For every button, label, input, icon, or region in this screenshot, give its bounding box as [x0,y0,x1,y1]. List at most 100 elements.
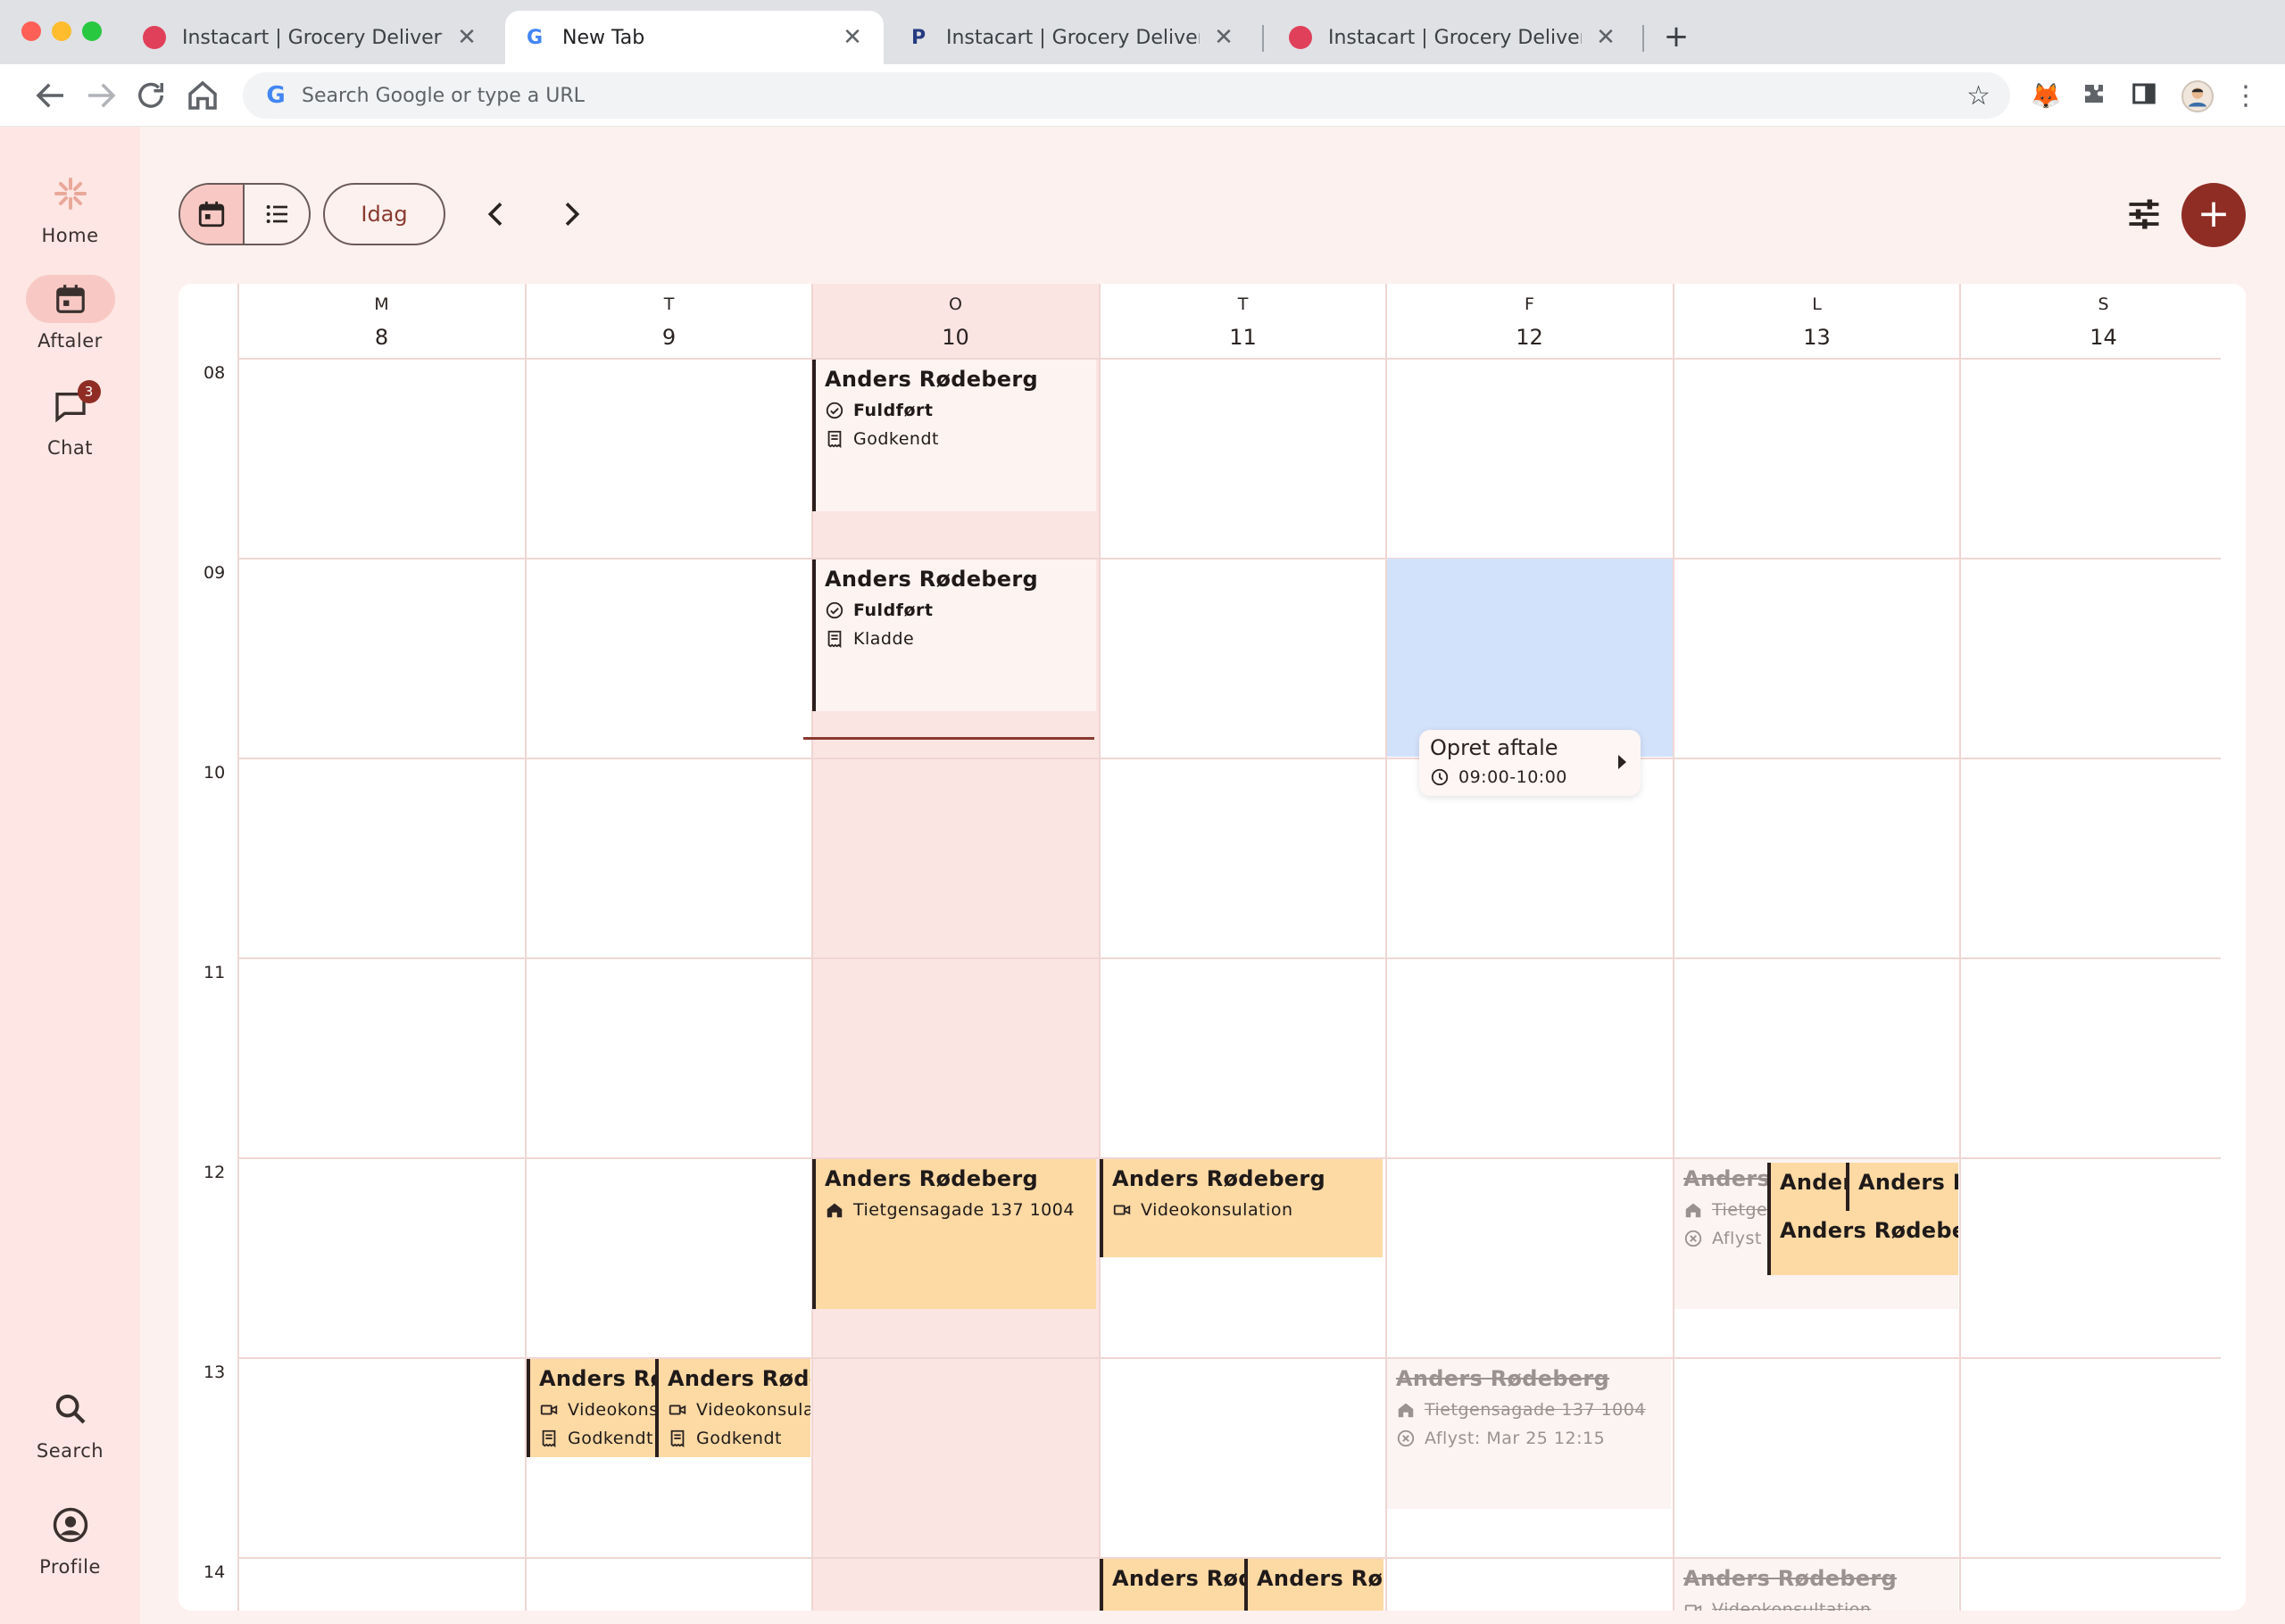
event-location: Tietgensagade 137 1004 [853,1200,1075,1220]
browser-tab[interactable]: Instacart | Grocery Delivery or ✕ [125,11,498,64]
day-header-sunday[interactable]: S 14 [1960,284,2246,350]
event-type: Videokonsulation [696,1400,810,1420]
close-tab-icon[interactable]: ✕ [1210,24,1237,51]
event-patient-name: Anders Rødeberg [1683,1566,1897,1591]
appointment-event[interactable]: Anders Rødeberg [1846,1163,1958,1211]
address-placeholder: Search Google or type a URL [302,84,585,107]
home-button[interactable] [184,77,221,114]
browser-tab-active[interactable]: G New Tab ✕ [505,11,884,64]
new-tab-button[interactable]: + [1658,20,1694,55]
sidebar-item-search[interactable]: Search [0,1385,140,1462]
appointment-event[interactable]: Anders Rødeberg Fuldført Kladde [812,559,1096,711]
event-patient-name: Anders Rødeberg [825,367,1038,392]
tab-title: Instacart | Grocery Delivery or [1328,26,1582,49]
maximize-window-button[interactable] [82,21,102,41]
back-button[interactable] [32,77,70,114]
day-letter: S [2098,294,2109,314]
instacart-favicon-icon [143,26,166,49]
home-visit-icon [1685,1203,1701,1218]
forward-arrow-icon [88,83,116,108]
event-patient-name: Anders Rødeberg [1257,1566,1383,1591]
add-appointment-button[interactable]: + [2181,183,2246,247]
extensions-puzzle-icon[interactable] [2078,80,2110,112]
flower-logo-icon [26,170,115,218]
minimize-window-button[interactable] [52,21,71,41]
profile-icon [26,1501,115,1549]
hour-label: 10 [204,763,226,783]
event-journal-status: Godkendt [696,1429,782,1448]
instacart-favicon-icon [1289,26,1312,49]
event-journal-status: Kladde [853,629,915,649]
hour-line [237,758,2221,759]
event-patient-name: Anders Rødeberg [1396,1366,1609,1391]
sidebar-item-home[interactable]: Home [0,170,140,246]
day-header-friday[interactable]: F 12 [1386,284,1673,350]
current-time-indicator [803,737,1094,740]
video-camera-icon [669,1404,686,1415]
event-patient-name: Anders Rødeberg [1780,1170,1848,1195]
create-appointment-popover[interactable]: Opret aftale 09:00-10:00 [1419,730,1641,796]
profile-avatar[interactable] [2181,80,2214,112]
bookmark-star-icon[interactable]: ☆ [1966,80,1990,112]
check-circle-icon [826,601,843,619]
appointment-event[interactable]: Anders Rødeberg Fuldført Godkendt [812,360,1096,511]
browser-tab[interactable]: Instacart | Grocery Delivery or ✕ [1271,11,1637,64]
day-header-monday[interactable]: M 8 [238,284,525,350]
event-journal-status: Godkendt [568,1429,653,1448]
side-panel-icon[interactable] [2128,80,2160,112]
event-type: Videokonsulation [568,1400,657,1420]
appointment-event[interactable]: Anders Rødeberg [1767,1163,1848,1211]
close-tab-icon[interactable]: ✕ [453,24,480,51]
address-bar[interactable]: G Search Google or type a URL ☆ [243,72,2010,119]
appointment-event[interactable]: Anders Rødeberg Videokonsulation Godkend… [527,1359,657,1457]
sidebar-item-profile[interactable]: Profile [0,1501,140,1578]
close-window-button[interactable] [21,21,41,41]
browser-tab-bar: Instacart | Grocery Delivery or ✕ G New … [0,0,2285,64]
sidebar-item-chat[interactable]: 3 Chat [0,380,140,459]
browser-tab[interactable]: P Instacart | Grocery Delivery or ✕ [889,11,1255,64]
event-type: Videokonsultation [1712,1600,1872,1611]
cancelled-appointment-event[interactable]: Anders Rødeberg Videokonsultation [1674,1559,1958,1611]
sidebar-item-label: Search [36,1440,104,1462]
cancelled-appointment-event[interactable]: Anders Rødeberg Tietgensagade 137 1004 A… [1387,1359,1671,1509]
hour-label: 09 [204,563,226,583]
day-letter: M [374,294,389,314]
forward-button[interactable] [82,77,120,114]
appointment-event[interactable]: Anders Rødeberg [1100,1559,1246,1611]
appointment-event[interactable]: Anders Rødeberg [1244,1559,1383,1611]
metamask-extension-icon[interactable]: 🦊 [2030,80,2062,112]
google-g-icon: G [266,82,286,109]
previous-week-button[interactable] [478,196,514,232]
calendar-view-button[interactable] [180,185,245,244]
event-type: Videokonsulation [1141,1200,1293,1220]
sidebar-item-aftaler[interactable]: Aftaler [0,275,140,352]
day-header-tuesday[interactable]: T 9 [526,284,812,350]
popover-time: 09:00-10:00 [1458,767,1567,787]
filter-button[interactable] [2124,195,2164,234]
avatar-face-icon [2189,87,2206,107]
day-header-thursday[interactable]: T 11 [1100,284,1386,350]
appointment-event[interactable]: Anders Rødeberg Videokonsulation Godkend… [655,1359,810,1457]
browser-menu-icon[interactable]: ⋮ [2230,80,2262,112]
browser-toolbar: G Search Google or type a URL ☆ 🦊 ⋮ [0,64,2285,127]
today-button[interactable]: Idag [323,183,445,245]
appointment-event[interactable]: Anders Rødeberg Tietgensagade 137 1004 [812,1159,1096,1309]
chevron-right-icon [565,203,580,226]
time-slot-selection[interactable] [1387,559,1673,757]
close-tab-icon[interactable]: ✕ [839,24,866,51]
view-toggle [179,183,311,245]
appointment-event[interactable]: Anders Rødeberg Videokonsulation [1100,1159,1383,1257]
reload-button[interactable] [132,77,170,114]
clock-icon [1431,768,1449,786]
close-tab-icon[interactable]: ✕ [1592,24,1619,51]
event-patient-name: Anders Rødeberg [539,1366,657,1391]
day-header-saturday[interactable]: L 13 [1674,284,1960,350]
appointment-event[interactable]: Anders Rødeberg [1767,1211,1958,1275]
sidebar-item-label: Chat [46,437,94,459]
list-view-button[interactable] [245,185,309,244]
hour-label: 08 [204,363,226,383]
day-header-wednesday[interactable]: O 10 [812,284,1099,350]
cancel-circle-icon [1684,1230,1702,1247]
caret-right-icon[interactable] [1618,755,1626,769]
next-week-button[interactable] [553,196,589,232]
